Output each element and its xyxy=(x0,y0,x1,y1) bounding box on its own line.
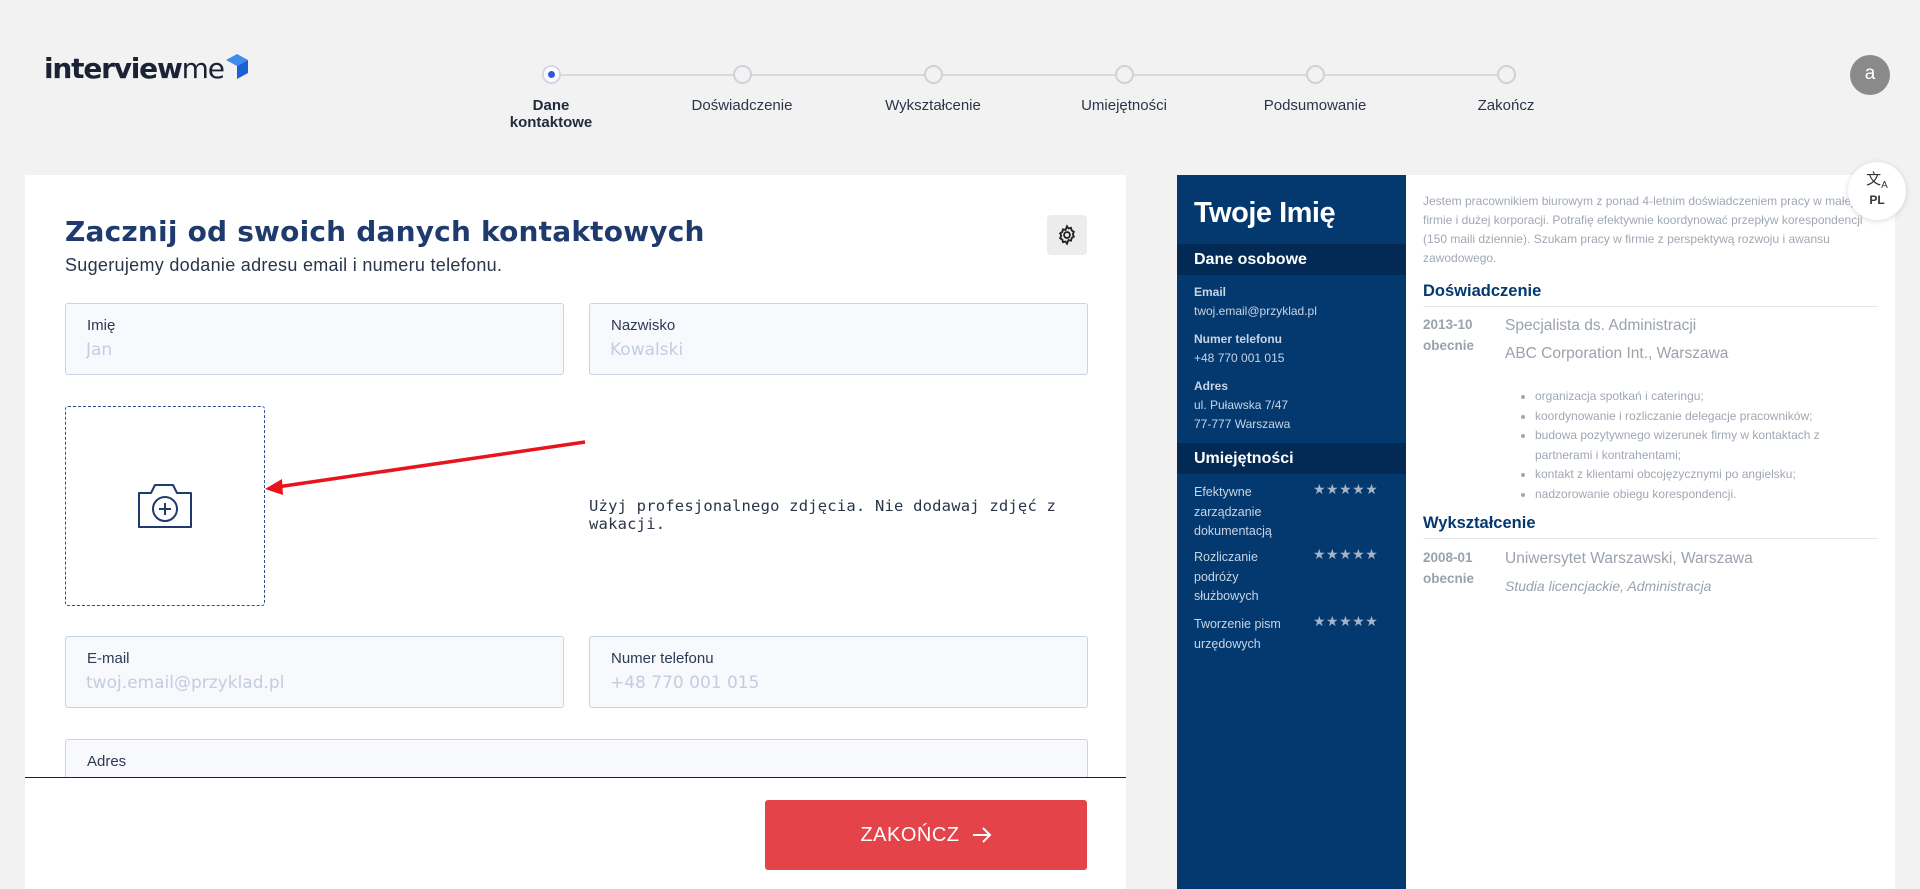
experience-heading: Doświadczenie xyxy=(1423,282,1878,307)
phone-label: Numer telefonu xyxy=(611,650,714,667)
skill-stars: ★★★★★ xyxy=(1313,481,1379,497)
finish-button[interactable]: ZAKOŃCZ xyxy=(765,800,1087,870)
phone-input[interactable] xyxy=(610,673,1033,693)
last-name-label: Nazwisko xyxy=(611,317,676,334)
step-contact[interactable]: Dane kontaktowe xyxy=(451,65,651,131)
page-subtitle: Sugerujemy dodanie adresu email i numeru… xyxy=(65,255,503,275)
language-code: PL xyxy=(1869,193,1885,207)
step-education[interactable]: Wykształcenie xyxy=(833,65,1033,114)
email-label: E-mail xyxy=(87,650,130,667)
finish-button-label: ZAKOŃCZ xyxy=(860,823,960,846)
last-name-field[interactable]: Nazwisko xyxy=(589,303,1088,375)
list-item: organizacja spotkań i cateringu; xyxy=(1535,387,1880,407)
step-dot xyxy=(732,65,752,84)
step-dot xyxy=(1114,65,1134,84)
annotation-arrow xyxy=(265,440,586,495)
edu-school: Uniwersytet Warszawski, Warszawa xyxy=(1505,550,1753,567)
first-name-input[interactable] xyxy=(86,340,509,360)
list-item: nadzorowanie obiegu korespondencji. xyxy=(1535,485,1880,505)
resume-preview[interactable]: Twoje Imię Dane osobowe Email twoj.email… xyxy=(1177,175,1895,889)
skill-name: Efektywne zarządzanie dokumentacją xyxy=(1194,485,1272,538)
skill-stars: ★★★★★ xyxy=(1313,546,1379,562)
edu-date-start: 2008-01 xyxy=(1423,550,1473,565)
address-line-1: ul. Puławska 7/47 xyxy=(1194,398,1289,412)
step-finish[interactable]: Zakończ xyxy=(1406,65,1606,114)
photo-upload[interactable] xyxy=(65,406,265,606)
step-label: Zakończ xyxy=(1477,97,1535,114)
step-label: Dane kontaktowe xyxy=(509,97,593,131)
phone-value: +48 770 001 015 xyxy=(1194,351,1285,365)
page-title: Zacznij od swoich danych kontaktowych xyxy=(65,215,705,248)
personal-heading: Dane osobowe xyxy=(1177,244,1406,275)
email-heading: Email xyxy=(1194,285,1227,299)
resume-name: Twoje Imię xyxy=(1194,197,1336,229)
step-label: Doświadczenie xyxy=(691,97,793,114)
step-skills[interactable]: Umiejętności xyxy=(1024,65,1224,114)
user-avatar[interactable]: a xyxy=(1850,55,1890,95)
step-label: Wykształcenie xyxy=(885,97,981,114)
email-input[interactable] xyxy=(86,673,509,693)
progress-stepper: Dane kontaktowe Doświadczenie Wykształce… xyxy=(510,65,1906,145)
step-summary[interactable]: Podsumowanie xyxy=(1215,65,1415,114)
step-dot xyxy=(923,65,943,84)
exp-date-start: 2013-10 xyxy=(1423,317,1473,332)
last-name-input[interactable] xyxy=(610,340,1033,360)
exp-company: ABC Corporation Int., Warszawa xyxy=(1505,345,1729,362)
step-dot xyxy=(1305,65,1325,84)
email-field[interactable]: E-mail xyxy=(65,636,564,708)
camera-add-icon xyxy=(138,484,192,528)
exp-date-end: obecnie xyxy=(1423,338,1475,353)
logo-cube-icon xyxy=(225,54,248,79)
translate-icon: 文A xyxy=(1866,171,1888,191)
address-heading: Adres xyxy=(1194,379,1229,393)
gear-icon xyxy=(1058,224,1076,246)
first-name-label: Imię xyxy=(87,317,116,334)
skill-name: Tworzenie pism urzędowych xyxy=(1194,617,1281,651)
step-label: Umiejętności xyxy=(1081,97,1167,114)
contact-form-panel: Zacznij od swoich danych kontaktowych Su… xyxy=(25,175,1126,889)
edu-degree: Studia licencjackie, Administracja xyxy=(1505,578,1712,594)
phone-field[interactable]: Numer telefonu xyxy=(589,636,1088,708)
list-item: koordynowanie i rozliczanie delegacje pr… xyxy=(1535,407,1880,427)
step-experience[interactable]: Doświadczenie xyxy=(642,65,842,114)
photo-hint-text: Użyj profesjonalnego zdjęcia. Nie dodawa… xyxy=(589,497,1057,533)
bottom-action-bar: ZAKOŃCZ xyxy=(25,777,1126,889)
logo[interactable]: interviewme xyxy=(44,52,250,85)
step-label: Podsumowanie xyxy=(1263,97,1367,114)
step-dot-active xyxy=(541,65,561,84)
list-item: budowa pozytywnego wizerunek firmy w kon… xyxy=(1535,426,1880,465)
exp-duties-list: organizacja spotkań i cateringu; koordyn… xyxy=(1535,387,1880,504)
arrow-right-icon xyxy=(972,827,991,843)
address-line-2: 77-777 Warszawa xyxy=(1194,417,1291,431)
phone-heading: Numer telefonu xyxy=(1194,332,1283,346)
address-label: Adres xyxy=(87,753,127,770)
skills-heading: Umiejętności xyxy=(1177,443,1406,474)
email-value: twoj.email@przyklad.pl xyxy=(1194,304,1317,318)
language-switch-button[interactable]: 文A PL xyxy=(1848,162,1906,220)
exp-role: Specjalista ds. Administracji xyxy=(1505,317,1697,334)
settings-button[interactable] xyxy=(1047,215,1087,255)
resume-sidebar: Twoje Imię Dane osobowe Email twoj.email… xyxy=(1177,175,1406,889)
skill-stars: ★★★★★ xyxy=(1313,613,1379,629)
step-dot xyxy=(1496,65,1516,84)
first-name-field[interactable]: Imię xyxy=(65,303,564,375)
list-item: kontakt z klientami obcojęzycznymi po an… xyxy=(1535,465,1880,485)
logo-text: interviewme xyxy=(44,52,225,85)
edu-date-end: obecnie xyxy=(1423,571,1475,586)
education-heading: Wykształcenie xyxy=(1423,514,1878,539)
resume-summary: Jestem pracownikiem biurowym z ponad 4-l… xyxy=(1423,194,1863,265)
skill-name: Rozliczanie podróży służbowych xyxy=(1194,550,1259,603)
